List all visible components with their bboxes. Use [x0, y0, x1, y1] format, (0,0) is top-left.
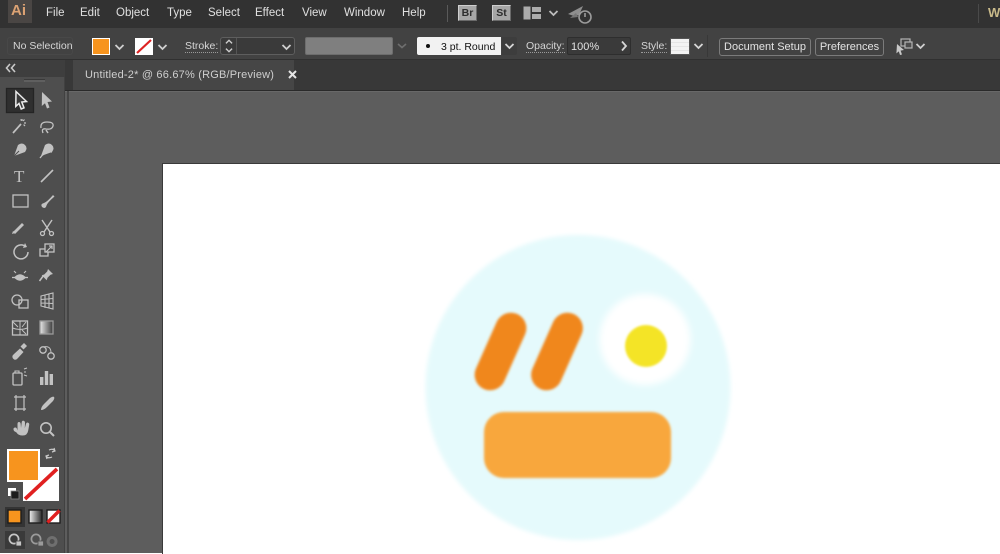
svg-text:T: T: [14, 167, 25, 186]
